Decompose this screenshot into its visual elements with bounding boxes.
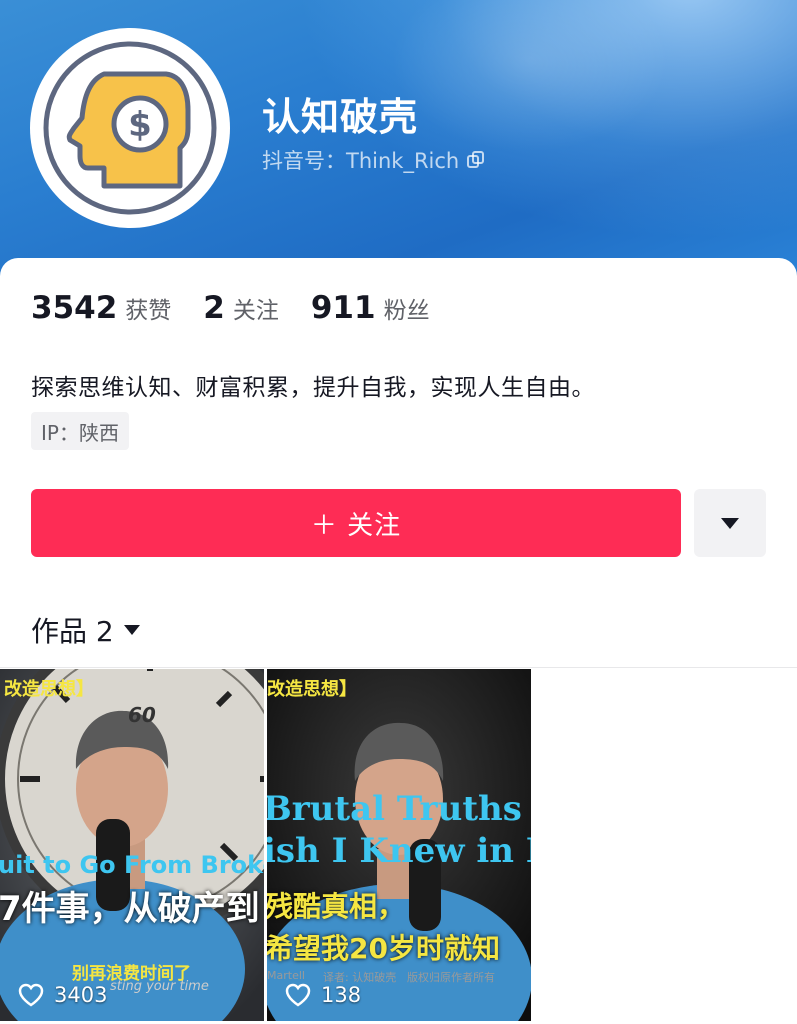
ip-location-tag: IP：陕西 <box>31 412 129 450</box>
video-2-top-caption: 改造思想】 <box>267 679 357 700</box>
stat-followers-value: 911 <box>310 290 376 326</box>
video-thumbnail-1[interactable]: 改造思想】 60 uit to Go From Broke t 7件事，从破产到… <box>0 669 264 1021</box>
video-thumbnail-2[interactable]: 改造思想】 Brutal Truths ish I Knew in M 残酷真相… <box>267 669 531 1021</box>
video-2-likes: 138 <box>285 983 361 1007</box>
video-1-chinese-caption: 7件事，从破产到 <box>0 889 260 929</box>
heart-icon <box>18 983 44 1007</box>
more-options-button[interactable] <box>694 489 766 557</box>
copy-icon[interactable] <box>467 151 485 169</box>
caret-down-icon <box>123 625 140 635</box>
video-1-clock-number: 60 <box>128 703 156 727</box>
video-1-sub-caption-en: sting your time <box>110 979 209 994</box>
stat-likes-label: 获赞 <box>125 298 172 324</box>
stat-likes[interactable]: 3542 获赞 <box>31 290 171 326</box>
video-1-likes-count: 3403 <box>54 983 108 1007</box>
video-1-english-caption: uit to Go From Broke t <box>0 851 264 879</box>
video-1-likes: 3403 <box>18 983 107 1007</box>
stat-followers-label: 粉丝 <box>383 298 430 324</box>
account-id: 抖音号：Think_Rich <box>262 149 460 173</box>
stat-following[interactable]: 2 关注 <box>203 290 279 326</box>
profile-nickname: 认知破壳 <box>262 95 419 139</box>
heart-icon <box>285 983 311 1007</box>
profile-header-banner: $ 认知破壳 抖音号：Think_Rich <box>0 0 797 290</box>
stat-likes-value: 3542 <box>31 290 118 326</box>
avatar[interactable]: $ <box>30 28 230 228</box>
stats-row: 3542 获赞 2 关注 911 粉丝 <box>31 290 462 326</box>
account-id-row[interactable]: 抖音号：Think_Rich <box>262 145 485 175</box>
video-2-english-caption-2: ish I Knew in M <box>267 831 531 871</box>
divider <box>0 667 797 668</box>
triangle-down-icon <box>721 517 739 529</box>
video-2-chinese-caption-2: 希望我20岁时就知 <box>267 932 500 965</box>
video-2-credit-3: 版权归原作者所有 <box>407 971 495 984</box>
stat-followers[interactable]: 911 粉丝 <box>311 290 430 326</box>
works-tab-label: 作品 2 <box>31 615 114 648</box>
video-2-credit-1: Martell <box>267 969 305 982</box>
stat-following-label: 关注 <box>232 298 279 324</box>
svg-text:$: $ <box>128 105 152 145</box>
follow-button[interactable]: ＋ 关注 <box>31 489 681 557</box>
tab-works[interactable]: 作品 2 <box>31 610 140 650</box>
video-2-chinese-caption-1: 残酷真相， <box>267 890 406 923</box>
video-2-english-caption-1: Brutal Truths <box>267 789 522 829</box>
video-2-likes-count: 138 <box>321 983 362 1007</box>
video-1-top-caption: 改造思想】 <box>4 679 94 700</box>
stat-following-value: 2 <box>203 290 225 326</box>
profile-bio: 探索思维认知、财富积累，提升自我，实现人生自由。 <box>31 375 595 401</box>
head-dollar-icon: $ <box>43 41 217 215</box>
